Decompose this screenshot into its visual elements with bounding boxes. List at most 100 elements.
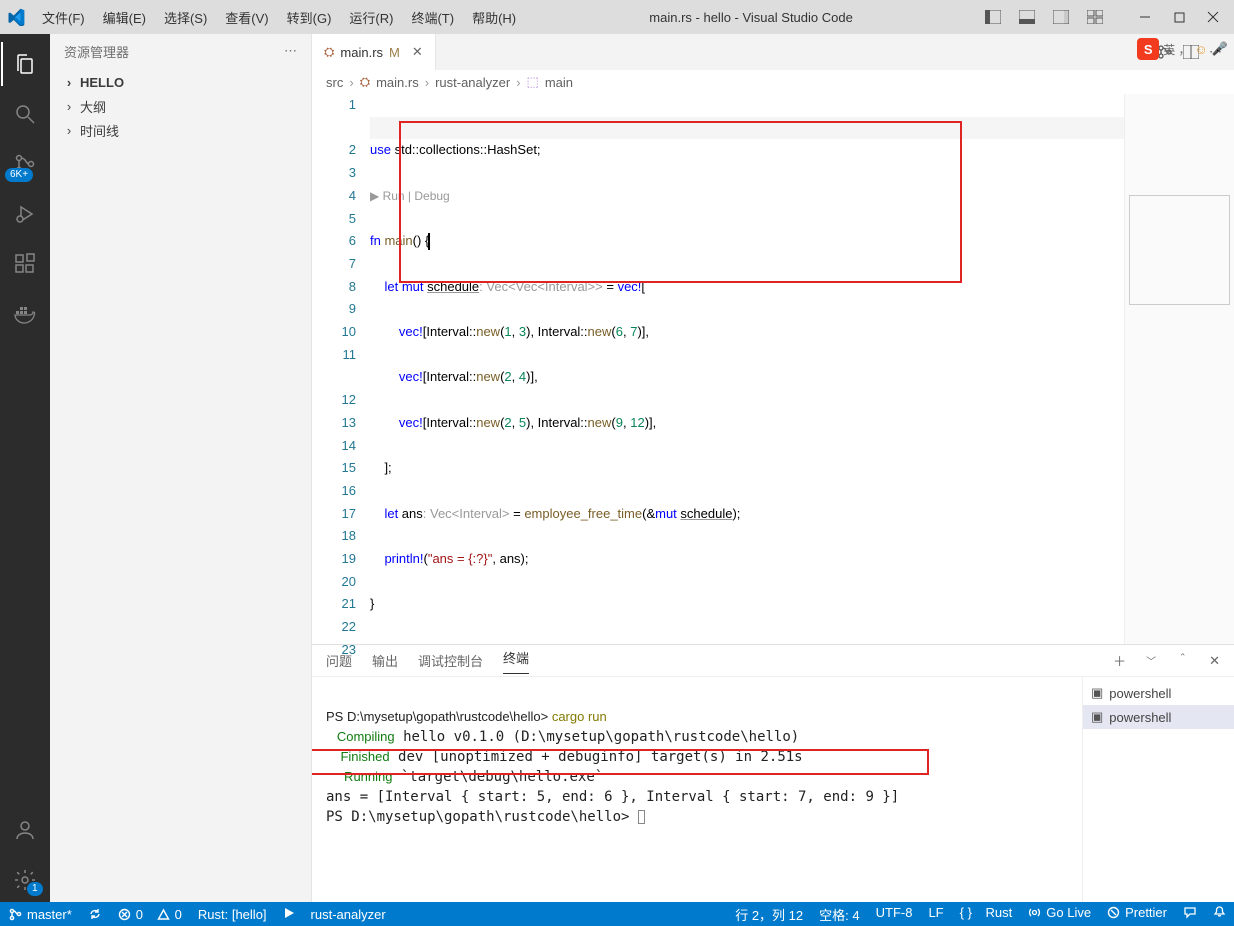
activity-bar: 6K+ 1 bbox=[0, 34, 50, 902]
menu-run[interactable]: 运行(R) bbox=[341, 4, 401, 31]
status-feedback-icon[interactable] bbox=[1175, 905, 1205, 919]
terminal-split-dropdown-icon[interactable]: ﹀ bbox=[1146, 653, 1156, 668]
status-encoding[interactable]: UTF-8 bbox=[868, 905, 921, 920]
menu-bar: 文件(F) 编辑(E) 选择(S) 查看(V) 转到(G) 运行(R) 终端(T… bbox=[34, 4, 524, 31]
activity-debug-icon[interactable] bbox=[1, 192, 49, 236]
panel-maximize-icon[interactable]: ＾ bbox=[1176, 651, 1189, 670]
highlight-box-terminal bbox=[312, 749, 929, 775]
tree-outline[interactable]: › 大纲 bbox=[50, 94, 311, 118]
window-title: main.rs - hello - Visual Studio Code bbox=[524, 10, 978, 25]
panel-tab-output[interactable]: 输出 bbox=[372, 651, 398, 670]
status-language[interactable]: { } Rust bbox=[952, 905, 1021, 920]
code-content[interactable]: use std::collections::HashSet; ▶ Run | D… bbox=[370, 94, 1234, 644]
menu-terminal[interactable]: 终端(T) bbox=[403, 4, 462, 31]
panel-tabs: 问题 输出 调试控制台 终端 ＋ ﹀ ＾ ✕ bbox=[312, 645, 1234, 677]
activity-explorer-icon[interactable] bbox=[1, 42, 49, 86]
panel-close-icon[interactable]: ✕ bbox=[1209, 653, 1220, 669]
window-maximize-icon[interactable] bbox=[1164, 5, 1194, 29]
terminal-name: powershell bbox=[1109, 686, 1171, 701]
tab-modified-indicator: M bbox=[389, 45, 400, 60]
explorer-tree[interactable]: ›HELLO › 大纲 › 时间线 bbox=[50, 68, 311, 144]
status-bar: master* 0 0 Rust: [hello] rust-analyzer … bbox=[0, 902, 1234, 926]
activity-account-icon[interactable] bbox=[1, 808, 49, 852]
tree-label: 大纲 bbox=[80, 97, 106, 116]
status-golive[interactable]: Go Live bbox=[1020, 905, 1099, 920]
ime-voice-icon[interactable]: 🎤 bbox=[1212, 41, 1228, 57]
toggle-panel-icon[interactable] bbox=[1012, 5, 1042, 29]
tree-label: 时间线 bbox=[80, 121, 119, 140]
code-editor[interactable]: 1 2 3 4 5 6 7 8 9 10 11 12 13 14 15 16 1… bbox=[312, 94, 1234, 644]
bottom-panel: 问题 输出 调试控制台 终端 ＋ ﹀ ＾ ✕ PS D:\mysetup\gop… bbox=[312, 644, 1234, 902]
window-minimize-icon[interactable] bbox=[1130, 5, 1160, 29]
menu-view[interactable]: 查看(V) bbox=[217, 4, 276, 31]
ime-indicator: S 英 ， ☺ 🎤 bbox=[1137, 38, 1228, 60]
symbol-function-icon: ⬚ bbox=[527, 74, 539, 90]
codelens-run[interactable]: ▶ Run | Debug bbox=[370, 185, 1234, 208]
rust-file-icon: ⛭ bbox=[360, 74, 370, 90]
breadcrumbs[interactable]: src› ⛭ main.rs› rust-analyzer› ⬚ main bbox=[312, 70, 1234, 94]
status-run-icon[interactable] bbox=[275, 907, 303, 919]
sidebar-more-icon[interactable]: ⋯ bbox=[284, 43, 297, 59]
settings-badge: 1 bbox=[27, 882, 43, 896]
editor-area: ⛭ main.rs M ✕ ⋯ src› ⛭ main.rs› rust-ana… bbox=[312, 34, 1234, 902]
window-close-icon[interactable] bbox=[1198, 5, 1228, 29]
tab-main-rs[interactable]: ⛭ main.rs M ✕ bbox=[312, 34, 436, 70]
status-cursor-pos[interactable]: 行 2，列 12 bbox=[727, 905, 811, 924]
menu-go[interactable]: 转到(G) bbox=[279, 4, 340, 31]
tree-folder-hello[interactable]: ›HELLO bbox=[50, 70, 311, 94]
sogou-ime-icon[interactable]: S bbox=[1137, 38, 1159, 60]
tree-label: HELLO bbox=[80, 75, 124, 90]
status-spaces[interactable]: 空格: 4 bbox=[811, 905, 867, 924]
status-eol[interactable]: LF bbox=[920, 905, 951, 920]
crumb-src[interactable]: src bbox=[326, 75, 343, 90]
minimap[interactable] bbox=[1124, 94, 1234, 644]
status-branch[interactable]: master* bbox=[0, 907, 80, 922]
terminal-item[interactable]: ▣ powershell bbox=[1083, 705, 1234, 729]
crumb-main[interactable]: main bbox=[545, 75, 573, 90]
rust-file-icon: ⛭ bbox=[324, 44, 334, 60]
toggle-primary-sidebar-icon[interactable] bbox=[978, 5, 1008, 29]
status-rust-analyzer[interactable]: rust-analyzer bbox=[303, 907, 394, 922]
activity-settings-icon[interactable]: 1 bbox=[1, 858, 49, 902]
menu-edit[interactable]: 编辑(E) bbox=[95, 4, 154, 31]
terminal-name: powershell bbox=[1109, 710, 1171, 725]
crumb-analyzer[interactable]: rust-analyzer bbox=[435, 75, 510, 90]
tab-close-icon[interactable]: ✕ bbox=[412, 44, 423, 60]
terminal-item[interactable]: ▣ powershell bbox=[1083, 681, 1234, 705]
activity-docker-icon[interactable] bbox=[1, 292, 49, 336]
sidebar-title: 资源管理器 ⋯ bbox=[50, 34, 311, 68]
panel-tab-debug-console[interactable]: 调试控制台 bbox=[418, 651, 483, 670]
activity-extensions-icon[interactable] bbox=[1, 242, 49, 286]
status-rust-project[interactable]: Rust: [hello] bbox=[190, 907, 275, 922]
status-sync[interactable] bbox=[80, 907, 110, 921]
customize-layout-icon[interactable] bbox=[1080, 5, 1110, 29]
chevron-right-icon: › bbox=[62, 123, 76, 138]
chevron-right-icon: › bbox=[62, 99, 76, 114]
ime-mode-label[interactable]: 英 ， bbox=[1163, 41, 1190, 58]
toggle-secondary-sidebar-icon[interactable] bbox=[1046, 5, 1076, 29]
terminal-icon: ▣ bbox=[1091, 709, 1103, 725]
tree-timeline[interactable]: › 时间线 bbox=[50, 118, 311, 142]
panel-tab-terminal[interactable]: 终端 bbox=[503, 648, 529, 674]
status-prettier[interactable]: Prettier bbox=[1099, 905, 1175, 920]
layout-controls bbox=[978, 5, 1228, 29]
menu-file[interactable]: 文件(F) bbox=[34, 4, 93, 31]
menu-selection[interactable]: 选择(S) bbox=[156, 4, 215, 31]
crumb-file[interactable]: main.rs bbox=[376, 75, 419, 90]
line-gutter: 1 2 3 4 5 6 7 8 9 10 11 12 13 14 15 16 1… bbox=[312, 94, 370, 644]
activity-search-icon[interactable] bbox=[1, 92, 49, 136]
title-bar: 文件(F) 编辑(E) 选择(S) 查看(V) 转到(G) 运行(R) 终端(T… bbox=[0, 0, 1234, 34]
editor-tabs: ⛭ main.rs M ✕ ⋯ bbox=[312, 34, 1234, 70]
activity-scm-icon[interactable]: 6K+ bbox=[1, 142, 49, 186]
status-bell-icon[interactable] bbox=[1205, 905, 1234, 918]
explorer-sidebar: 资源管理器 ⋯ ›HELLO › 大纲 › 时间线 bbox=[50, 34, 312, 902]
terminal[interactable]: PS D:\mysetup\gopath\rustcode\hello> car… bbox=[312, 677, 1082, 902]
terminal-icon: ▣ bbox=[1091, 685, 1103, 701]
terminal-new-icon[interactable]: ＋ bbox=[1113, 651, 1126, 670]
status-problems[interactable]: 0 0 bbox=[110, 907, 190, 922]
scm-badge: 6K+ bbox=[5, 168, 33, 182]
menu-help[interactable]: 帮助(H) bbox=[464, 4, 524, 31]
sidebar-title-label: 资源管理器 bbox=[64, 42, 129, 61]
tab-filename: main.rs bbox=[340, 45, 383, 60]
ime-emoji-icon[interactable]: ☺ bbox=[1195, 42, 1208, 57]
